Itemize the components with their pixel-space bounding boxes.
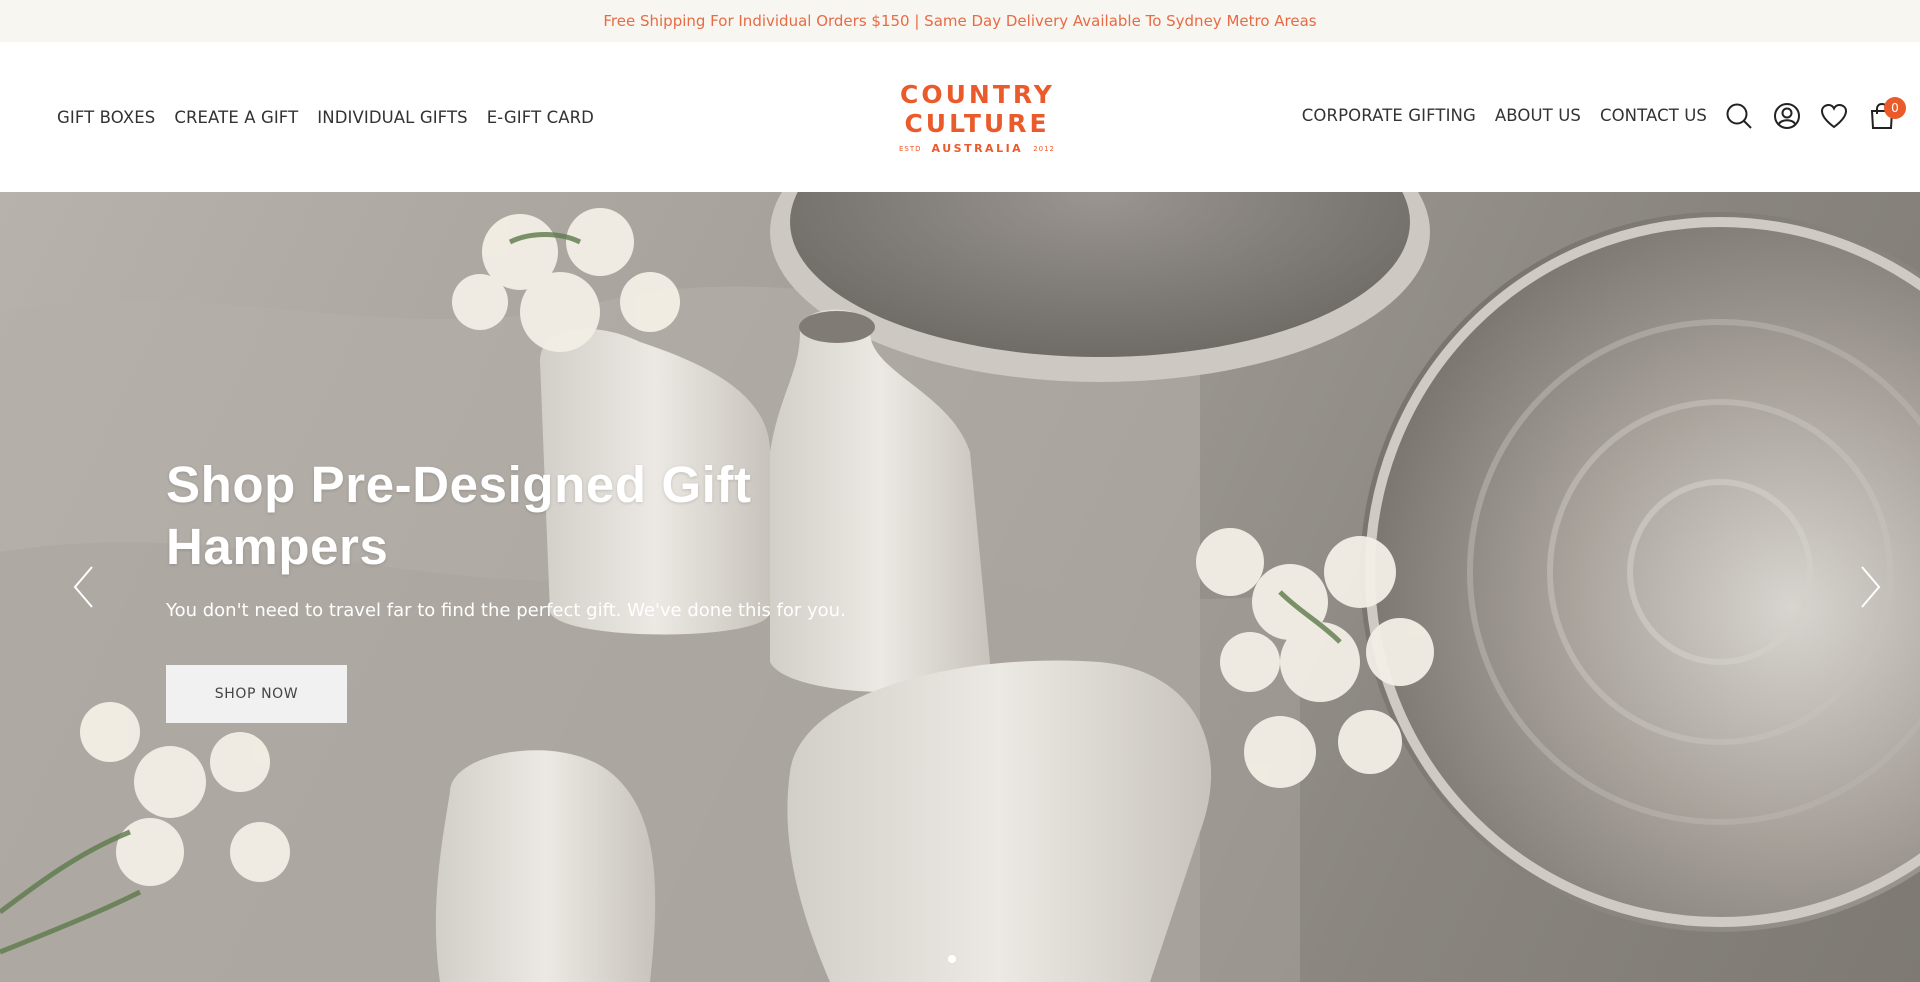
cart-count-badge: 0 [1884, 97, 1906, 119]
logo-line-2: CULTURE [904, 109, 1050, 138]
logo-line-1: COUNTRY [900, 80, 1055, 109]
slide-dot-1[interactable] [948, 955, 956, 963]
prev-slide-arrow-icon[interactable] [64, 557, 104, 617]
primary-nav-right: CORPORATE GIFTING ABOUT US CONTACT US [1302, 42, 1707, 188]
logo-country: AUSTRALIA [931, 142, 1024, 155]
nav-about-us[interactable]: ABOUT US [1495, 106, 1581, 125]
brand-logo[interactable]: COUNTRY CULTURE ESTD AUSTRALIA 2012 [899, 80, 1056, 160]
logo-estd: ESTD [899, 144, 922, 153]
hero-slider: Shop Pre-Designed Gift Hampers You don't… [0, 192, 1920, 982]
next-slide-arrow-icon[interactable] [1850, 557, 1890, 617]
announcement-bar: Free Shipping For Individual Orders $150… [0, 0, 1920, 42]
site-header: GIFT BOXES CREATE A GIFT INDIVIDUAL GIFT… [0, 42, 1920, 192]
primary-nav-left: GIFT BOXES CREATE A GIFT INDIVIDUAL GIFT… [57, 42, 594, 192]
search-icon[interactable] [1723, 100, 1755, 132]
nav-create-a-gift[interactable]: CREATE A GIFT [174, 108, 298, 127]
account-icon[interactable] [1771, 100, 1803, 132]
announcement-text: Free Shipping For Individual Orders $150… [603, 12, 1317, 30]
heart-icon[interactable] [1818, 100, 1850, 132]
hero-background-image [0, 192, 1920, 982]
shop-now-button[interactable]: SHOP NOW [166, 665, 347, 723]
hero-title: Shop Pre-Designed Gift Hampers [166, 456, 752, 575]
logo-year: 2012 [1033, 144, 1056, 153]
logo-subline: ESTD AUSTRALIA 2012 [899, 142, 1056, 155]
hero-subtitle: You don't need to travel far to find the… [166, 600, 846, 621]
nav-e-gift-card[interactable]: E-GIFT CARD [487, 108, 594, 127]
nav-individual-gifts[interactable]: INDIVIDUAL GIFTS [317, 108, 467, 127]
nav-gift-boxes[interactable]: GIFT BOXES [57, 108, 155, 127]
nav-corporate-gifting[interactable]: CORPORATE GIFTING [1302, 106, 1476, 125]
nav-contact-us[interactable]: CONTACT US [1600, 106, 1707, 125]
